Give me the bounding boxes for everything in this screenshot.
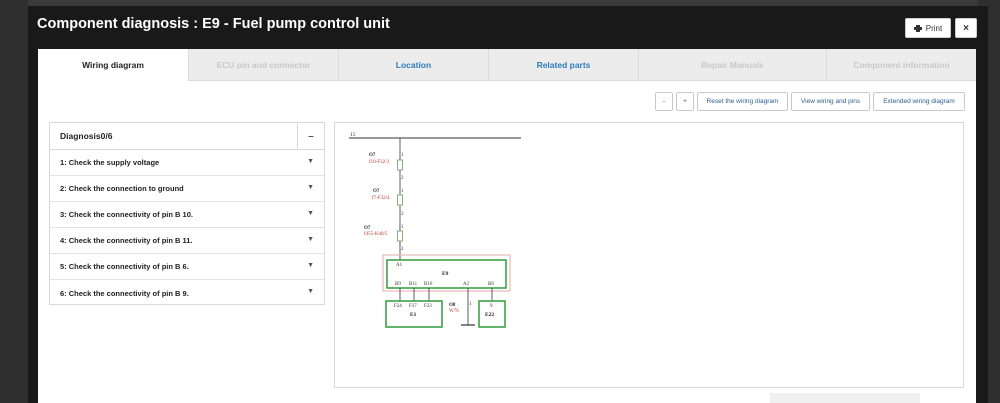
fuse-3-ref: f455-K40/5	[364, 232, 388, 237]
diagnosis-step-5[interactable]: 5: Check the connectivity of pin B 6. ▼	[50, 254, 324, 280]
close-button[interactable]: ×	[955, 18, 977, 38]
fuse-1-ref: f10-F32/3	[369, 160, 390, 165]
diagnosis-step-3[interactable]: 3: Check the connectivity of pin B 10. ▼	[50, 202, 324, 228]
chevron-down-icon: ▼	[307, 262, 314, 269]
chevron-down-icon: ▼	[307, 184, 314, 191]
ecu-pin-b6: B6	[488, 282, 494, 287]
ecu-pin-b11: B11	[409, 282, 418, 287]
fuse-2-wire: O7	[373, 189, 380, 194]
diagnosis-step-2[interactable]: 2: Check the connection to ground ▼	[50, 176, 324, 202]
e1-pin-f17: F17	[409, 304, 417, 309]
diagnosis-title: Diagnosis0/6	[60, 131, 113, 141]
view-wiring-and-pins-button[interactable]: View wiring and pins	[791, 92, 870, 111]
tab-location[interactable]: Location	[338, 49, 488, 81]
ecu-e9-label: E9	[442, 271, 449, 277]
print-label: Print	[925, 23, 943, 33]
chevron-down-icon: ▼	[307, 158, 314, 165]
diagnosis-step-1[interactable]: 1: Check the supply voltage ▼	[50, 150, 324, 176]
wiring-diagram-canvas[interactable]: 15 O7 f10-F32/3 1 2 O7 f7-F32/4 1 2 O7 f…	[334, 122, 964, 388]
e22-label: E22	[485, 312, 494, 318]
printer-icon	[913, 24, 922, 32]
diagnosis-step-4[interactable]: 4: Check the connectivity of pin B 11. ▼	[50, 228, 324, 254]
ground-ref: W76	[449, 309, 459, 314]
fuse-2-pin-in: 1	[401, 189, 404, 194]
fuse-3-wire: O7	[364, 226, 371, 231]
fuse-1-wire: O7	[369, 153, 376, 158]
tab-bar: Wiring diagram ECU pin and connector Loc…	[38, 49, 976, 81]
rail-label: 15	[350, 132, 356, 138]
fuse-1-pin-out: 2	[401, 176, 404, 181]
fuse-1	[397, 159, 403, 171]
fuse-3	[397, 230, 403, 242]
content-panel: Wiring diagram ECU pin and connector Loc…	[38, 49, 976, 403]
tab-repair-manuals[interactable]: Repair Manuals	[638, 49, 826, 81]
diagnosis-accordion: Diagnosis0/6 – 1: Check the supply volta…	[49, 122, 325, 305]
fuse-2-pin-out: 2	[401, 212, 404, 217]
ecu-pin-top: A1	[396, 263, 403, 268]
ecu-pin-b9: B9	[395, 282, 401, 287]
fuse-2-ref: f7-F32/4	[372, 196, 390, 201]
zoom-in-button[interactable]: +	[676, 92, 694, 111]
modal-title: Component diagnosis : E9 - Fuel pump con…	[37, 16, 390, 32]
reset-wiring-diagram-button[interactable]: Reset the wiring diagram	[697, 92, 788, 111]
e1-pin-f24: F24	[394, 304, 402, 309]
diagnosis-step-6[interactable]: 6: Check the connectivity of pin B 9. ▼	[50, 280, 324, 306]
close-icon: ×	[963, 22, 969, 34]
chevron-down-icon: ▼	[307, 210, 314, 217]
chevron-down-icon: ▼	[307, 236, 314, 243]
diagram-toolbar: - + Reset the wiring diagram View wiring…	[38, 92, 976, 111]
print-button[interactable]: Print	[905, 18, 951, 38]
e1-pin-f23: F23	[424, 304, 432, 309]
diagnosis-header[interactable]: Diagnosis0/6 –	[50, 123, 324, 150]
fuse-3-pin-in: 1	[401, 225, 404, 230]
tab-component-information[interactable]: Component information	[826, 49, 976, 81]
tab-ecu-pin-and-connector[interactable]: ECU pin and connector	[188, 49, 338, 81]
zoom-out-button[interactable]: -	[655, 92, 673, 111]
bottom-strip	[770, 393, 920, 403]
chevron-down-icon: ▼	[307, 288, 314, 295]
collapse-icon[interactable]: –	[297, 123, 324, 149]
fuse-2	[397, 194, 403, 206]
ecu-pin-a2: A2	[463, 282, 470, 287]
fuse-1-pin-in: 1	[401, 153, 404, 158]
ecu-pin-b10: B10	[424, 282, 433, 287]
ground-pin: 1	[469, 302, 472, 307]
ground-wire: O8	[449, 303, 456, 308]
tab-wiring-diagram[interactable]: Wiring diagram	[38, 49, 188, 81]
tab-related-parts[interactable]: Related parts	[488, 49, 638, 81]
backdrop-left	[0, 0, 28, 403]
extended-wiring-diagram-button[interactable]: Extended wiring diagram	[873, 92, 965, 111]
e1-label: E1	[410, 312, 417, 318]
fuse-3-pin-out: 2	[401, 247, 404, 252]
component-diagnosis-modal: Component diagnosis : E9 - Fuel pump con…	[28, 6, 988, 403]
